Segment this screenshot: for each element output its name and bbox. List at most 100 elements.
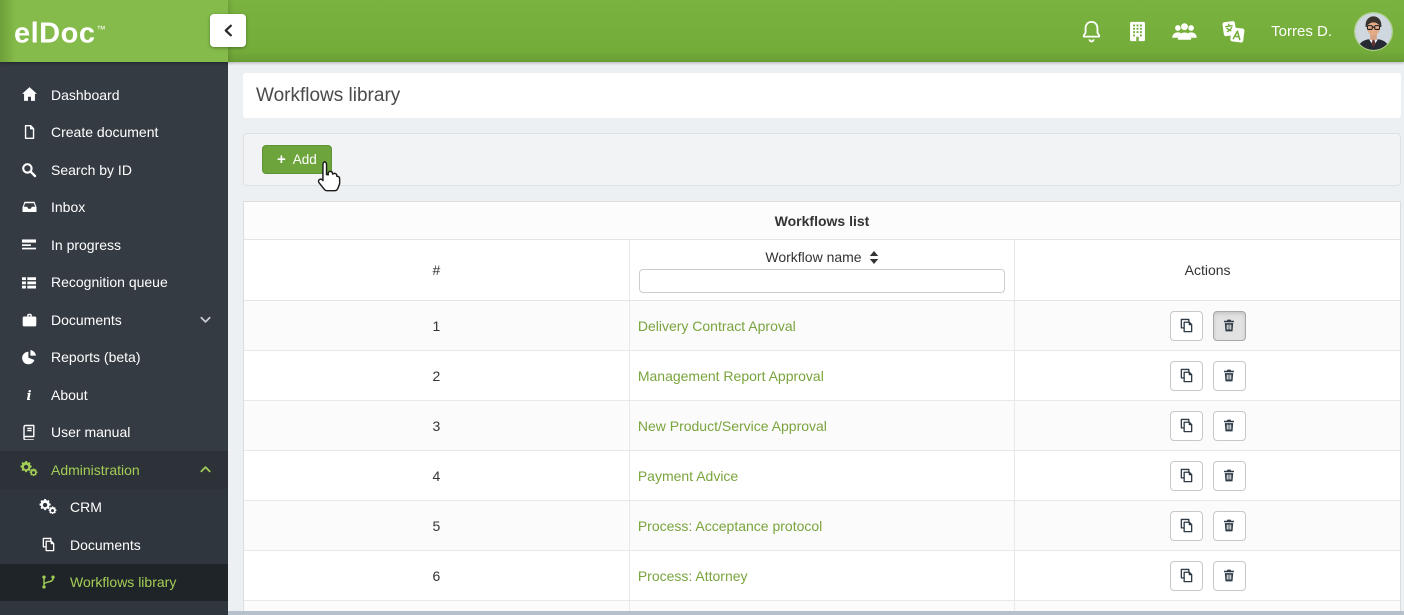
delete-button[interactable] (1212, 510, 1246, 541)
sidebar-item-label: Documents (70, 536, 141, 553)
table-row: 2 Management Report Approval (244, 350, 1400, 401)
avatar[interactable] (1355, 12, 1392, 50)
sidebar-item-recognition-queue[interactable]: Recognition queue (0, 264, 228, 302)
row-actions (1014, 450, 1400, 501)
row-index: 1 (244, 300, 630, 351)
copy-button[interactable] (1169, 510, 1203, 541)
header-actions: Torres D. (1079, 0, 1392, 62)
chevron-left-icon (220, 22, 237, 39)
sidebar-collapse-button[interactable] (210, 14, 246, 47)
home-icon (18, 86, 40, 103)
copy-button[interactable] (1169, 410, 1203, 441)
row-index: 2 (244, 350, 630, 401)
add-button[interactable]: + Add (262, 145, 332, 174)
workflow-link[interactable]: Delivery Contract Aproval (638, 318, 796, 334)
page-title-bar: Workflows library (243, 73, 1401, 118)
delete-button[interactable] (1212, 560, 1246, 591)
table-row: 6 Process: Attorney (244, 550, 1400, 601)
row-index: 4 (244, 450, 630, 501)
sidebar-item-user-manual[interactable]: User manual (0, 414, 228, 452)
sidebar-subitem-documents[interactable]: Documents (0, 526, 228, 564)
sidebar-item-label: Create document (51, 124, 159, 141)
sidebar-item-create-document[interactable]: Create document (0, 114, 228, 152)
trash-icon (1222, 318, 1236, 333)
delete-button[interactable] (1212, 310, 1246, 341)
search-icon (18, 162, 40, 178)
sidebar-item-label: User manual (51, 424, 131, 441)
sidebar-item-administration[interactable]: Administration (0, 451, 228, 489)
sidebar-item-label: Administration (51, 461, 140, 478)
svg-text:i: i (27, 389, 32, 403)
table-row: 1 Delivery Contract Aproval (244, 300, 1400, 351)
briefcase-icon (18, 312, 40, 328)
row-actions (1014, 550, 1400, 601)
copy-icon (1179, 368, 1194, 383)
cogs-icon (37, 498, 59, 516)
copy-icon (1179, 318, 1194, 333)
sidebar-item-reports-beta[interactable]: Reports (beta) (0, 339, 228, 377)
table-row: 5 Process: Acceptance protocol (244, 500, 1400, 551)
chevron-up-icon (199, 463, 212, 476)
page-title: Workflows library (256, 84, 401, 106)
user-groups-icon[interactable] (1171, 20, 1198, 43)
table-title: Workflows list (244, 202, 1400, 240)
tasks-icon (18, 237, 40, 252)
sidebar-subitem-crm[interactable]: CRM (0, 488, 228, 526)
app-window: elDoc™ Torres D. Dashboard Create docume… (0, 0, 1404, 615)
cogs-icon (18, 461, 40, 478)
add-button-label: Add (292, 152, 317, 167)
trash-icon (1222, 368, 1236, 383)
copy-button[interactable] (1169, 560, 1203, 591)
sidebar-item-inbox[interactable]: Inbox (0, 189, 228, 227)
user-name[interactable]: Torres D. (1271, 23, 1332, 40)
row-index: 5 (244, 500, 630, 551)
table-row: 4 Payment Advice (244, 450, 1400, 501)
column-header-name: Workflow name (629, 239, 1015, 301)
delete-button[interactable] (1212, 410, 1246, 441)
sidebar-item-documents[interactable]: Documents (0, 301, 228, 339)
sort-icon[interactable] (869, 250, 879, 264)
sidebar-item-label: CRM (70, 499, 102, 516)
trash-icon (1222, 518, 1236, 533)
sidebar-item-label: Search by ID (51, 161, 132, 178)
sidebar-item-dashboard[interactable]: Dashboard (0, 76, 228, 114)
copy-icon (1179, 418, 1194, 433)
main-content: Workflows library + Add Workflows list # (228, 62, 1404, 615)
sidebar-item-search-by-id[interactable]: Search by ID (0, 151, 228, 189)
app-header: elDoc™ Torres D. (0, 0, 1404, 62)
language-icon[interactable] (1221, 19, 1246, 44)
horizontal-scrollbar[interactable] (228, 611, 1404, 615)
workflow-link[interactable]: New Product/Service Approval (638, 418, 827, 434)
copy-button[interactable] (1169, 310, 1203, 341)
trash-icon (1222, 568, 1236, 583)
copy-button[interactable] (1169, 360, 1203, 391)
sidebar-item-about[interactable]: i About (0, 376, 228, 414)
sidebar-subitem-workflows-library[interactable]: Workflows library (0, 563, 228, 601)
workflow-link[interactable]: Process: Acceptance protocol (638, 518, 822, 534)
trademark: ™ (96, 23, 106, 34)
copy-icon (1179, 568, 1194, 583)
file-icon (18, 124, 40, 140)
delete-button[interactable] (1212, 460, 1246, 491)
row-index: 3 (244, 400, 630, 451)
workflow-link[interactable]: Process: Attorney (638, 568, 748, 584)
sidebar-item-label: Reports (beta) (51, 349, 141, 366)
sidebar-filler (0, 601, 228, 615)
row-actions (1014, 500, 1400, 551)
workflow-link[interactable]: Management Report Approval (638, 368, 824, 384)
workflows-table: Workflows list # Workflow name Actions 1… (244, 202, 1400, 615)
column-header-name-label[interactable]: Workflow name (765, 249, 861, 265)
copy-button[interactable] (1169, 460, 1203, 491)
delete-button[interactable] (1212, 360, 1246, 391)
workflow-filter-input[interactable] (638, 269, 1006, 293)
workflows-table-card: Workflows list # Workflow name Actions 1… (243, 201, 1401, 615)
row-actions (1014, 300, 1400, 351)
sidebar-item-label: Recognition queue (51, 274, 168, 291)
table-row: 3 New Product/Service Approval (244, 400, 1400, 451)
notifications-icon[interactable] (1079, 19, 1104, 44)
sidebar-item-in-progress[interactable]: In progress (0, 226, 228, 264)
company-icon[interactable] (1127, 19, 1148, 44)
row-actions (1014, 350, 1400, 401)
workflow-link[interactable]: Payment Advice (638, 468, 738, 484)
branch-icon (37, 574, 59, 590)
